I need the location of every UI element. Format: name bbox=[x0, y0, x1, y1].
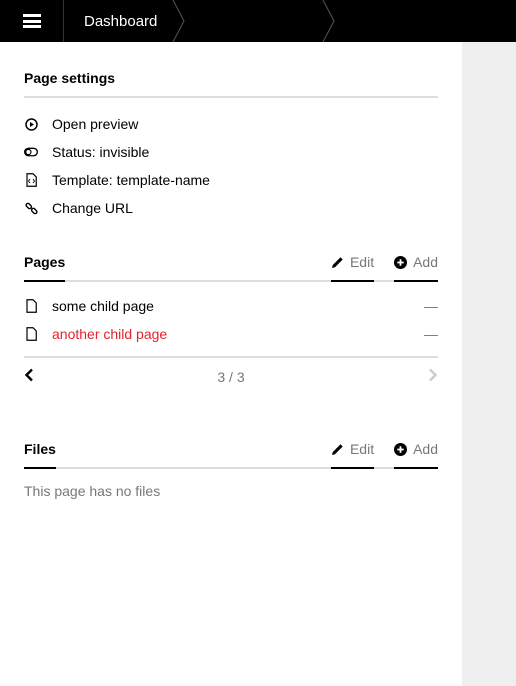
chevron-right-icon bbox=[429, 368, 438, 381]
page-item-label: some child page bbox=[52, 298, 154, 314]
pages-add-button[interactable]: Add bbox=[394, 254, 438, 282]
pages-list: some child page — another child page — bbox=[24, 282, 438, 358]
page-icon bbox=[24, 327, 38, 341]
settings-header: Page settings bbox=[24, 70, 438, 98]
page-item-label: another child page bbox=[52, 326, 168, 342]
files-empty-text: This page has no files bbox=[24, 483, 161, 499]
files-edit-label: Edit bbox=[349, 441, 375, 457]
hamburger-icon bbox=[22, 14, 41, 28]
pagination: 3 / 3 bbox=[24, 358, 438, 396]
open-preview-label: Open preview bbox=[52, 116, 139, 132]
pagination-count: 3 / 3 bbox=[217, 369, 245, 385]
files-edit-button[interactable]: Edit bbox=[330, 441, 375, 469]
pages-title: Pages bbox=[24, 254, 66, 282]
breadcrumb-item-dashboard[interactable]: Dashboard bbox=[64, 0, 185, 42]
open-preview-item[interactable]: Open preview bbox=[24, 110, 438, 138]
breadcrumb-item-empty[interactable] bbox=[184, 0, 335, 42]
prev-page-button[interactable] bbox=[24, 368, 34, 387]
files-header: Files Edit Add bbox=[24, 441, 438, 469]
breadcrumb-separator-icon bbox=[322, 0, 335, 42]
link-icon bbox=[24, 201, 38, 215]
pages-actions: Edit Add bbox=[330, 254, 438, 282]
file-code-icon bbox=[24, 173, 38, 187]
files-add-label: Add bbox=[413, 441, 438, 457]
settings-list: Open preview Status: invisible Template:… bbox=[24, 98, 438, 222]
status-item[interactable]: Status: invisible bbox=[24, 138, 438, 166]
pages-edit-label: Edit bbox=[349, 254, 375, 270]
page-item[interactable]: another child page — bbox=[24, 320, 438, 348]
pencil-icon bbox=[331, 443, 343, 455]
page-status[interactable]: — bbox=[424, 298, 438, 314]
preview-icon bbox=[24, 117, 38, 131]
pages-edit-button[interactable]: Edit bbox=[330, 254, 375, 282]
page-item[interactable]: some child page — bbox=[24, 292, 438, 320]
settings-title: Page settings bbox=[24, 70, 116, 86]
pages-add-label: Add bbox=[413, 254, 438, 270]
menu-button[interactable] bbox=[0, 0, 64, 42]
pencil-icon bbox=[331, 256, 343, 268]
page-icon bbox=[24, 299, 38, 313]
files-title: Files bbox=[24, 441, 56, 469]
add-circle-icon bbox=[394, 255, 408, 269]
template-item[interactable]: Template: template-name bbox=[24, 166, 438, 194]
toggle-icon bbox=[24, 145, 38, 159]
chevron-left-icon bbox=[24, 368, 33, 381]
files-add-button[interactable]: Add bbox=[394, 441, 438, 469]
next-page-button[interactable] bbox=[428, 368, 438, 387]
template-label: Template: template-name bbox=[52, 172, 210, 188]
breadcrumb-label: Dashboard bbox=[84, 12, 158, 30]
page-status[interactable]: — bbox=[424, 326, 438, 342]
status-label: Status: invisible bbox=[52, 144, 150, 160]
pages-header: Pages Edit Add bbox=[24, 254, 438, 282]
main-content: Page settings Open preview Status: invis… bbox=[24, 42, 438, 499]
change-url-item[interactable]: Change URL bbox=[24, 194, 438, 222]
files-actions: Edit Add bbox=[330, 441, 438, 469]
add-circle-icon bbox=[394, 442, 408, 456]
sidebar-panel bbox=[462, 42, 516, 686]
topbar: Dashboard bbox=[0, 0, 516, 42]
change-url-label: Change URL bbox=[52, 200, 133, 216]
